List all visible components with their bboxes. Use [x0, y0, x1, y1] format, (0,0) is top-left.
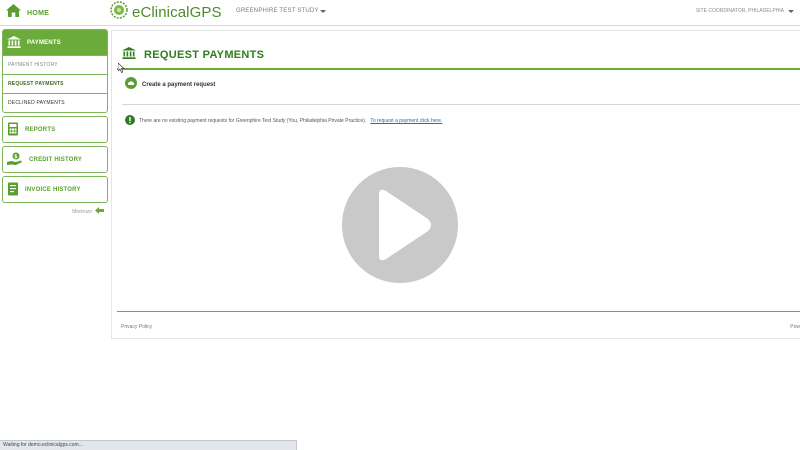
footer-divider — [117, 311, 800, 312]
create-payment-request-button[interactable]: Create a payment request — [125, 76, 215, 94]
home-link[interactable]: HOME — [6, 4, 50, 22]
sidebar-item-label: PAYMENTS — [27, 39, 61, 46]
sidebar-item-label: CREDIT HISTORY — [29, 156, 83, 163]
sidebar-subitem-request-payments[interactable]: REQUEST PAYMENTS — [3, 74, 107, 93]
browser-status-bar: Waiting for demo.eclinicalgps.com... — [0, 440, 297, 450]
sidebar-item-credit-history-head: $ CREDIT HISTORY — [3, 147, 107, 172]
sidebar-item-credit-history[interactable]: $ CREDIT HISTORY — [2, 146, 108, 173]
brand-logo[interactable]: eClinicalGPS — [110, 0, 222, 24]
sidebar-section-payments: PAYMENTS PAYMENT HISTORY REQUEST PAYMENT… — [2, 29, 108, 113]
title-divider — [117, 68, 800, 70]
powered-by-text: Pow — [790, 324, 800, 330]
sidebar-item-invoice-history-head: INVOICE HISTORY — [3, 177, 107, 202]
privacy-policy-link[interactable]: Privacy Policy — [121, 324, 152, 330]
notice-text: There are no existing payment requests f… — [139, 118, 367, 124]
study-selector[interactable]: GREENPHIRE TEST STUDY — [236, 8, 326, 14]
logo-text: eClinicalGPS — [132, 3, 222, 21]
hand-money-icon: $ — [7, 152, 23, 168]
user-menu[interactable]: SITE COORDINATOR, PHILADELPHIA — [696, 8, 794, 14]
sidebar-item-label: REPORTS — [25, 126, 56, 133]
exclamation-icon — [125, 115, 135, 127]
play-icon — [379, 189, 431, 261]
page-header: REQUEST PAYMENTS — [122, 46, 264, 64]
app-window: HOME eClinicalGPS GREENPHIRE TEST STUDY … — [0, 0, 800, 450]
study-selector-label: GREENPHIRE TEST STUDY — [236, 8, 319, 14]
calculator-icon — [7, 122, 19, 138]
bank-icon — [7, 35, 21, 50]
minimize-label: Minimize — [72, 208, 92, 215]
minimize-sidebar-button[interactable]: Minimize — [2, 207, 108, 216]
request-payment-link[interactable]: To request a payment click here. — [370, 118, 442, 124]
video-play-button[interactable] — [342, 167, 458, 283]
chevron-down-icon — [788, 9, 794, 13]
sidebar-subitem-declined-payments[interactable]: DECLINED PAYMENTS — [3, 93, 107, 112]
svg-text:$: $ — [14, 154, 18, 160]
create-payment-request-label: Create a payment request — [142, 82, 216, 88]
sidebar-item-label: INVOICE HISTORY — [25, 186, 81, 193]
home-label: HOME — [27, 9, 50, 17]
top-bar: HOME eClinicalGPS GREENPHIRE TEST STUDY … — [0, 0, 800, 26]
sidebar-item-reports[interactable]: REPORTS — [2, 116, 108, 143]
payment-request-icon — [125, 76, 137, 94]
invoice-book-icon — [7, 182, 19, 198]
section-divider — [122, 104, 800, 105]
chevron-down-icon — [319, 9, 326, 13]
globe-logo-icon — [110, 0, 128, 24]
sidebar: PAYMENTS PAYMENT HISTORY REQUEST PAYMENT… — [2, 29, 108, 216]
sidebar-item-invoice-history[interactable]: INVOICE HISTORY — [2, 176, 108, 203]
sidebar-subitem-payment-history[interactable]: PAYMENT HISTORY — [3, 55, 107, 74]
mouse-cursor-icon — [117, 60, 125, 78]
sidebar-item-payments[interactable]: PAYMENTS — [3, 30, 107, 55]
arrow-left-icon — [95, 207, 104, 216]
user-menu-label: SITE COORDINATOR, PHILADELPHIA — [695, 8, 784, 14]
home-icon — [6, 4, 21, 22]
sidebar-item-reports-head: REPORTS — [3, 117, 107, 142]
empty-state-notice: There are no existing payment requests f… — [125, 115, 442, 127]
page-title: REQUEST PAYMENTS — [144, 49, 265, 61]
